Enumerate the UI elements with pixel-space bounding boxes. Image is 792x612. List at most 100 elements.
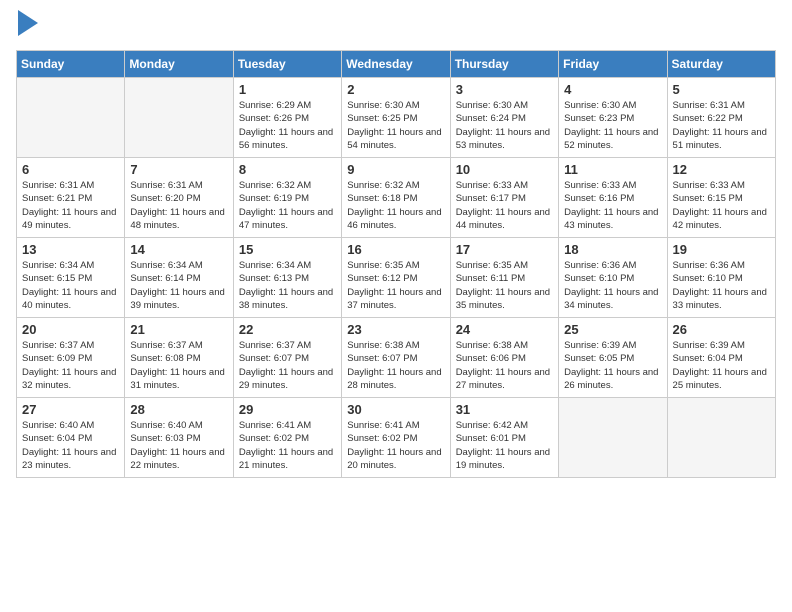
sunrise-text: Sunrise: 6:30 AM xyxy=(564,99,661,112)
calendar-cell: 10Sunrise: 6:33 AMSunset: 6:17 PMDayligh… xyxy=(450,158,558,238)
daylight-text: Daylight: 11 hours and 19 minutes. xyxy=(456,446,553,473)
sunrise-text: Sunrise: 6:40 AM xyxy=(22,419,119,432)
day-number: 10 xyxy=(456,162,553,177)
day-number: 19 xyxy=(673,242,770,257)
sunrise-text: Sunrise: 6:37 AM xyxy=(239,339,336,352)
calendar-cell: 21Sunrise: 6:37 AMSunset: 6:08 PMDayligh… xyxy=(125,318,233,398)
day-number: 22 xyxy=(239,322,336,337)
sunrise-text: Sunrise: 6:35 AM xyxy=(347,259,444,272)
sunrise-text: Sunrise: 6:34 AM xyxy=(239,259,336,272)
day-number: 17 xyxy=(456,242,553,257)
day-number: 15 xyxy=(239,242,336,257)
daylight-text: Daylight: 11 hours and 34 minutes. xyxy=(564,286,661,313)
daylight-text: Daylight: 11 hours and 33 minutes. xyxy=(673,286,770,313)
sunrise-text: Sunrise: 6:33 AM xyxy=(564,179,661,192)
sunset-text: Sunset: 6:15 PM xyxy=(22,272,119,285)
calendar-cell: 2Sunrise: 6:30 AMSunset: 6:25 PMDaylight… xyxy=(342,78,450,158)
sunrise-text: Sunrise: 6:40 AM xyxy=(130,419,227,432)
sunset-text: Sunset: 6:16 PM xyxy=(564,192,661,205)
day-number: 20 xyxy=(22,322,119,337)
calendar-cell: 4Sunrise: 6:30 AMSunset: 6:23 PMDaylight… xyxy=(559,78,667,158)
day-number: 31 xyxy=(456,402,553,417)
sunrise-text: Sunrise: 6:38 AM xyxy=(347,339,444,352)
daylight-text: Daylight: 11 hours and 51 minutes. xyxy=(673,126,770,153)
day-number: 16 xyxy=(347,242,444,257)
calendar-cell: 24Sunrise: 6:38 AMSunset: 6:06 PMDayligh… xyxy=(450,318,558,398)
sunrise-text: Sunrise: 6:29 AM xyxy=(239,99,336,112)
day-number: 3 xyxy=(456,82,553,97)
day-number: 11 xyxy=(564,162,661,177)
sunrise-text: Sunrise: 6:39 AM xyxy=(673,339,770,352)
calendar-cell: 8Sunrise: 6:32 AMSunset: 6:19 PMDaylight… xyxy=(233,158,341,238)
sunset-text: Sunset: 6:26 PM xyxy=(239,112,336,125)
calendar-week-row: 6Sunrise: 6:31 AMSunset: 6:21 PMDaylight… xyxy=(17,158,776,238)
sunrise-text: Sunrise: 6:30 AM xyxy=(347,99,444,112)
calendar-cell: 6Sunrise: 6:31 AMSunset: 6:21 PMDaylight… xyxy=(17,158,125,238)
day-number: 24 xyxy=(456,322,553,337)
sunset-text: Sunset: 6:02 PM xyxy=(239,432,336,445)
sunset-text: Sunset: 6:12 PM xyxy=(347,272,444,285)
daylight-text: Daylight: 11 hours and 39 minutes. xyxy=(130,286,227,313)
calendar-cell xyxy=(125,78,233,158)
calendar-header-thursday: Thursday xyxy=(450,51,558,78)
calendar-header-row: SundayMondayTuesdayWednesdayThursdayFrid… xyxy=(17,51,776,78)
sunrise-text: Sunrise: 6:41 AM xyxy=(347,419,444,432)
daylight-text: Daylight: 11 hours and 53 minutes. xyxy=(456,126,553,153)
calendar-table: SundayMondayTuesdayWednesdayThursdayFrid… xyxy=(16,50,776,478)
sunset-text: Sunset: 6:04 PM xyxy=(22,432,119,445)
sunrise-text: Sunrise: 6:34 AM xyxy=(22,259,119,272)
sunrise-text: Sunrise: 6:33 AM xyxy=(456,179,553,192)
daylight-text: Daylight: 11 hours and 25 minutes. xyxy=(673,366,770,393)
daylight-text: Daylight: 11 hours and 54 minutes. xyxy=(347,126,444,153)
day-number: 12 xyxy=(673,162,770,177)
sunset-text: Sunset: 6:20 PM xyxy=(130,192,227,205)
daylight-text: Daylight: 11 hours and 28 minutes. xyxy=(347,366,444,393)
sunset-text: Sunset: 6:04 PM xyxy=(673,352,770,365)
calendar-cell: 31Sunrise: 6:42 AMSunset: 6:01 PMDayligh… xyxy=(450,398,558,478)
sunset-text: Sunset: 6:05 PM xyxy=(564,352,661,365)
calendar-cell: 5 Sunrise: 6:31 AMSunset: 6:22 PMDaylight… xyxy=(667,78,775,158)
calendar-cell xyxy=(559,398,667,478)
sunset-text: Sunset: 6:03 PM xyxy=(130,432,227,445)
calendar-header-saturday: Saturday xyxy=(667,51,775,78)
day-number: 30 xyxy=(347,402,444,417)
sunrise-text: Sunrise: 6:37 AM xyxy=(22,339,119,352)
sunset-text: Sunset: 6:07 PM xyxy=(239,352,336,365)
sunset-text: Sunset: 6:02 PM xyxy=(347,432,444,445)
calendar-cell: 12Sunrise: 6:33 AMSunset: 6:15 PMDayligh… xyxy=(667,158,775,238)
sunrise-text: Sunrise: 6:31 AM xyxy=(673,99,770,112)
calendar-header-wednesday: Wednesday xyxy=(342,51,450,78)
sunset-text: Sunset: 6:01 PM xyxy=(456,432,553,445)
calendar-header-tuesday: Tuesday xyxy=(233,51,341,78)
calendar-cell: 30Sunrise: 6:41 AMSunset: 6:02 PMDayligh… xyxy=(342,398,450,478)
day-number: 14 xyxy=(130,242,227,257)
sunset-text: Sunset: 6:08 PM xyxy=(130,352,227,365)
calendar-cell: 22Sunrise: 6:37 AMSunset: 6:07 PMDayligh… xyxy=(233,318,341,398)
sunset-text: Sunset: 6:07 PM xyxy=(347,352,444,365)
calendar-cell: 1Sunrise: 6:29 AMSunset: 6:26 PMDaylight… xyxy=(233,78,341,158)
day-number: 18 xyxy=(564,242,661,257)
calendar-week-row: 1 Sunrise: 6:29 AMSunset: 6:26 PM Daylight… xyxy=(17,78,776,158)
daylight-text: Daylight: 11 hours and 37 minutes. xyxy=(347,286,444,313)
sunrise-text: Sunrise: 6:41 AM xyxy=(239,419,336,432)
calendar-cell xyxy=(667,398,775,478)
sunset-text: Sunset: 6:14 PM xyxy=(130,272,227,285)
sunset-text: Sunset: 6:17 PM xyxy=(456,192,553,205)
sunset-text: Sunset: 6:15 PM xyxy=(673,192,770,205)
daylight-text: Daylight: 11 hours and 48 minutes. xyxy=(130,206,227,233)
sunrise-text: Sunrise: 6:37 AM xyxy=(130,339,227,352)
sunrise-text: Sunrise: 6:30 AM xyxy=(456,99,553,112)
day-number: 1 xyxy=(239,82,336,97)
logo xyxy=(16,16,38,38)
day-number: 5 xyxy=(673,82,770,97)
calendar-week-row: 27Sunrise: 6:40 AMSunset: 6:04 PMDayligh… xyxy=(17,398,776,478)
sunrise-text: Sunrise: 6:31 AM xyxy=(130,179,227,192)
calendar-cell: 19Sunrise: 6:36 AMSunset: 6:10 PMDayligh… xyxy=(667,238,775,318)
daylight-text: Daylight: 11 hours and 26 minutes. xyxy=(564,366,661,393)
sunset-text: Sunset: 6:22 PM xyxy=(673,112,770,125)
sunset-text: Sunset: 6:13 PM xyxy=(239,272,336,285)
sunrise-text: Sunrise: 6:34 AM xyxy=(130,259,227,272)
daylight-text: Daylight: 11 hours and 21 minutes. xyxy=(239,446,336,473)
daylight-text: Daylight: 11 hours and 23 minutes. xyxy=(22,446,119,473)
daylight-text: Daylight: 11 hours and 31 minutes. xyxy=(130,366,227,393)
